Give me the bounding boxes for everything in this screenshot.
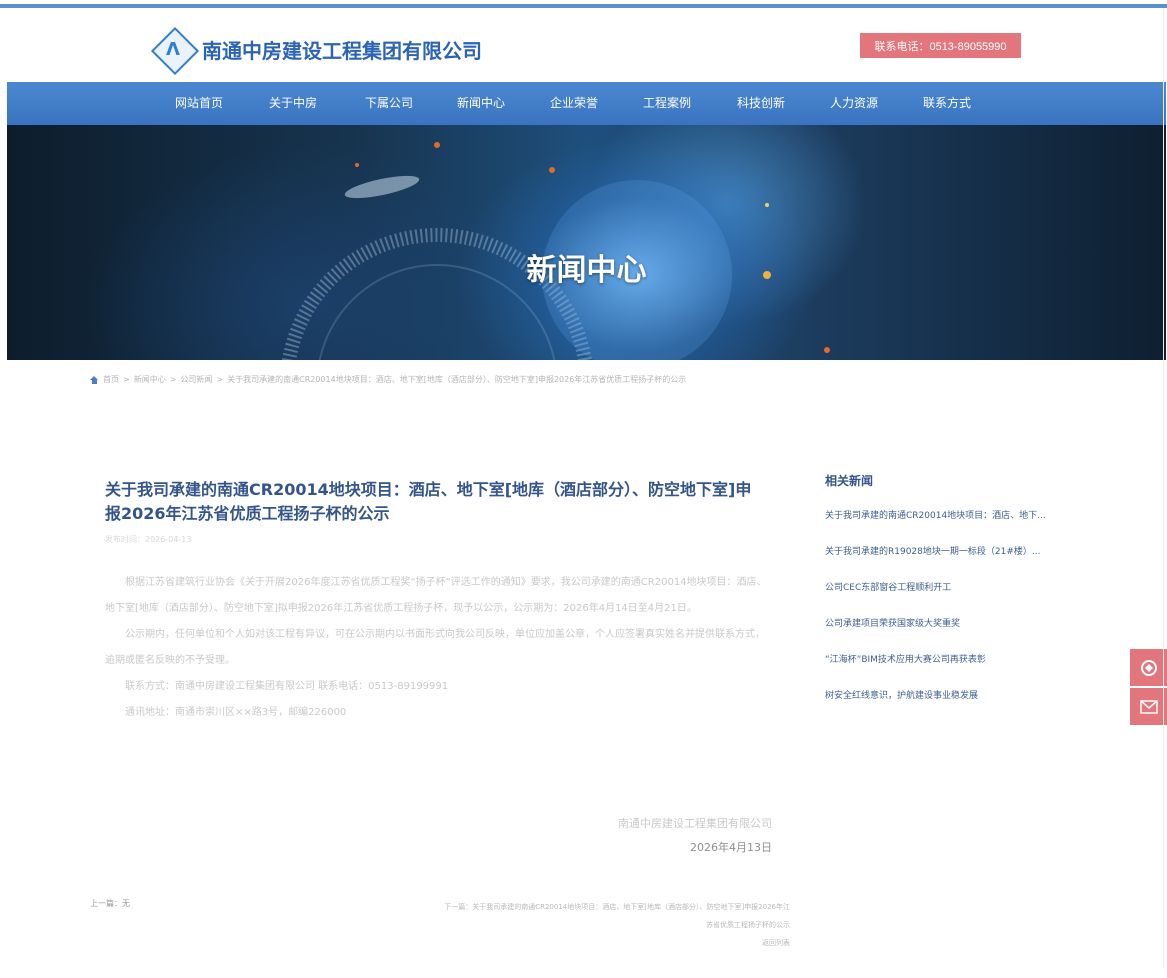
nav-item-honors[interactable]: 企业荣誉 [550, 82, 598, 125]
mail-button[interactable] [1130, 688, 1167, 725]
related-news-item[interactable]: 公司CEC东部窗谷工程顺利开工 [825, 580, 1095, 616]
home-icon [90, 375, 99, 384]
breadcrumb-item[interactable]: 新闻中心 [134, 374, 166, 385]
article-paragraph: 通讯地址：南通市崇川区××路3号，邮编226000 [125, 707, 347, 718]
related-news-item[interactable]: “江海杯”BIM技术应用大赛公司再获表彰 [825, 652, 1095, 688]
page-banner: 新闻中心 [7, 125, 1166, 360]
breadcrumb-home[interactable]: 首页 [103, 374, 119, 385]
banner-artwork [282, 142, 830, 360]
nav-item-contact[interactable]: 联系方式 [923, 82, 971, 125]
related-news-title: 相关新闻 [825, 474, 874, 488]
article-meta: 发布时间：2026-04-13 [105, 535, 192, 544]
mail-icon [1139, 699, 1158, 714]
nav-item-about[interactable]: 关于中房 [269, 82, 317, 125]
article-paragraph: 联系方式：南通中房建设工程集团有限公司 联系电话：0513-89199991 [125, 681, 449, 692]
logo-mark-icon: Λ [150, 26, 200, 76]
article-body: 根据江苏省建筑行业协会《关于开展2026年度江苏省优质工程奖“扬子杯”评选工作的… [105, 570, 770, 726]
page-edge-line [1163, 8, 1164, 968]
article-paragraph: 根据江苏省建筑行业协会《关于开展2026年度江苏省优质工程奖“扬子杯”评选工作的… [105, 577, 767, 614]
breadcrumb-separator: > [169, 375, 177, 384]
company-name: 南通中房建设工程集团有限公司 [202, 38, 482, 63]
nav-item-innovation[interactable]: 科技创新 [737, 82, 785, 125]
related-news-item[interactable]: 树安全红线意识，护航建设事业稳发展 [825, 688, 1095, 724]
main-nav: 网站首页 关于中房 下属公司 新闻中心 企业荣誉 工程案例 科技创新 人力资源 … [7, 82, 1166, 125]
nav-item-news[interactable]: 新闻中心 [457, 82, 505, 125]
site-header: Λ 南通中房建设工程集团有限公司 联系电话：0513-89055990 [0, 8, 1167, 82]
nav-item-home[interactable]: 网站首页 [175, 82, 223, 125]
nav-item-hr[interactable]: 人力资源 [830, 82, 878, 125]
phone-button[interactable] [1130, 649, 1167, 686]
breadcrumb-current: 关于我司承建的南通CR20014地块项目：酒店、地下室[地库（酒店部分）、防空地… [227, 375, 687, 384]
next-article-area: 下一篇：关于我司承建的南通CR20014地块项目：酒店、地下室[地库（酒店部分）… [440, 898, 790, 952]
breadcrumb-item[interactable]: 公司新闻 [180, 374, 212, 385]
related-news-item[interactable]: 公司承建项目荣获国家级大奖重奖 [825, 616, 1095, 652]
nav-item-cases[interactable]: 工程案例 [643, 82, 691, 125]
prev-article-link[interactable]: 上一篇：无 [90, 898, 130, 909]
nav-item-subsidiaries[interactable]: 下属公司 [365, 82, 413, 125]
company-logo[interactable]: Λ 南通中房建设工程集团有限公司 [150, 26, 482, 76]
related-news-item[interactable]: 关于我司承建的R19028地块一期一标段（21#楼）... [825, 544, 1095, 580]
next-article-link[interactable]: 下一篇：关于我司承建的南通CR20014地块项目：酒店、地下室[地库（酒店部分）… [440, 898, 790, 934]
banner-title: 新闻中心 [526, 253, 647, 288]
article-paragraph: 公示期内，任何单位和个人如对该工程有异议，可在公示期内以书面形式向我公司反映，单… [105, 629, 765, 666]
related-news-list: 关于我司承建的南通CR20014地块项目：酒店、地下... 关于我司承建的R19… [825, 508, 1095, 724]
floating-side-tools [1130, 649, 1167, 727]
breadcrumb-separator: > [123, 375, 130, 384]
signature-company: 南通中房建设工程集团有限公司 [618, 817, 772, 830]
breadcrumb: 首页 > 新闻中心 > 公司新闻 > 关于我司承建的南通CR20014地块项目：… [90, 374, 686, 385]
signature-date: 2026年4月13日 [690, 841, 772, 854]
breadcrumb-separator: > [216, 375, 224, 384]
phone-icon [1140, 659, 1157, 676]
article-signature: 南通中房建设工程集团有限公司 2026年4月13日 [560, 812, 772, 860]
related-news-item[interactable]: 关于我司承建的南通CR20014地块项目：酒店、地下... [825, 508, 1095, 544]
hotline-badge: 联系电话：0513-89055990 [860, 33, 1021, 58]
article-title: 关于我司承建的南通CR20014地块项目：酒店、地下室[地库（酒店部分）、防空地… [105, 480, 752, 523]
back-to-list-link[interactable]: 返回列表 [440, 934, 790, 952]
